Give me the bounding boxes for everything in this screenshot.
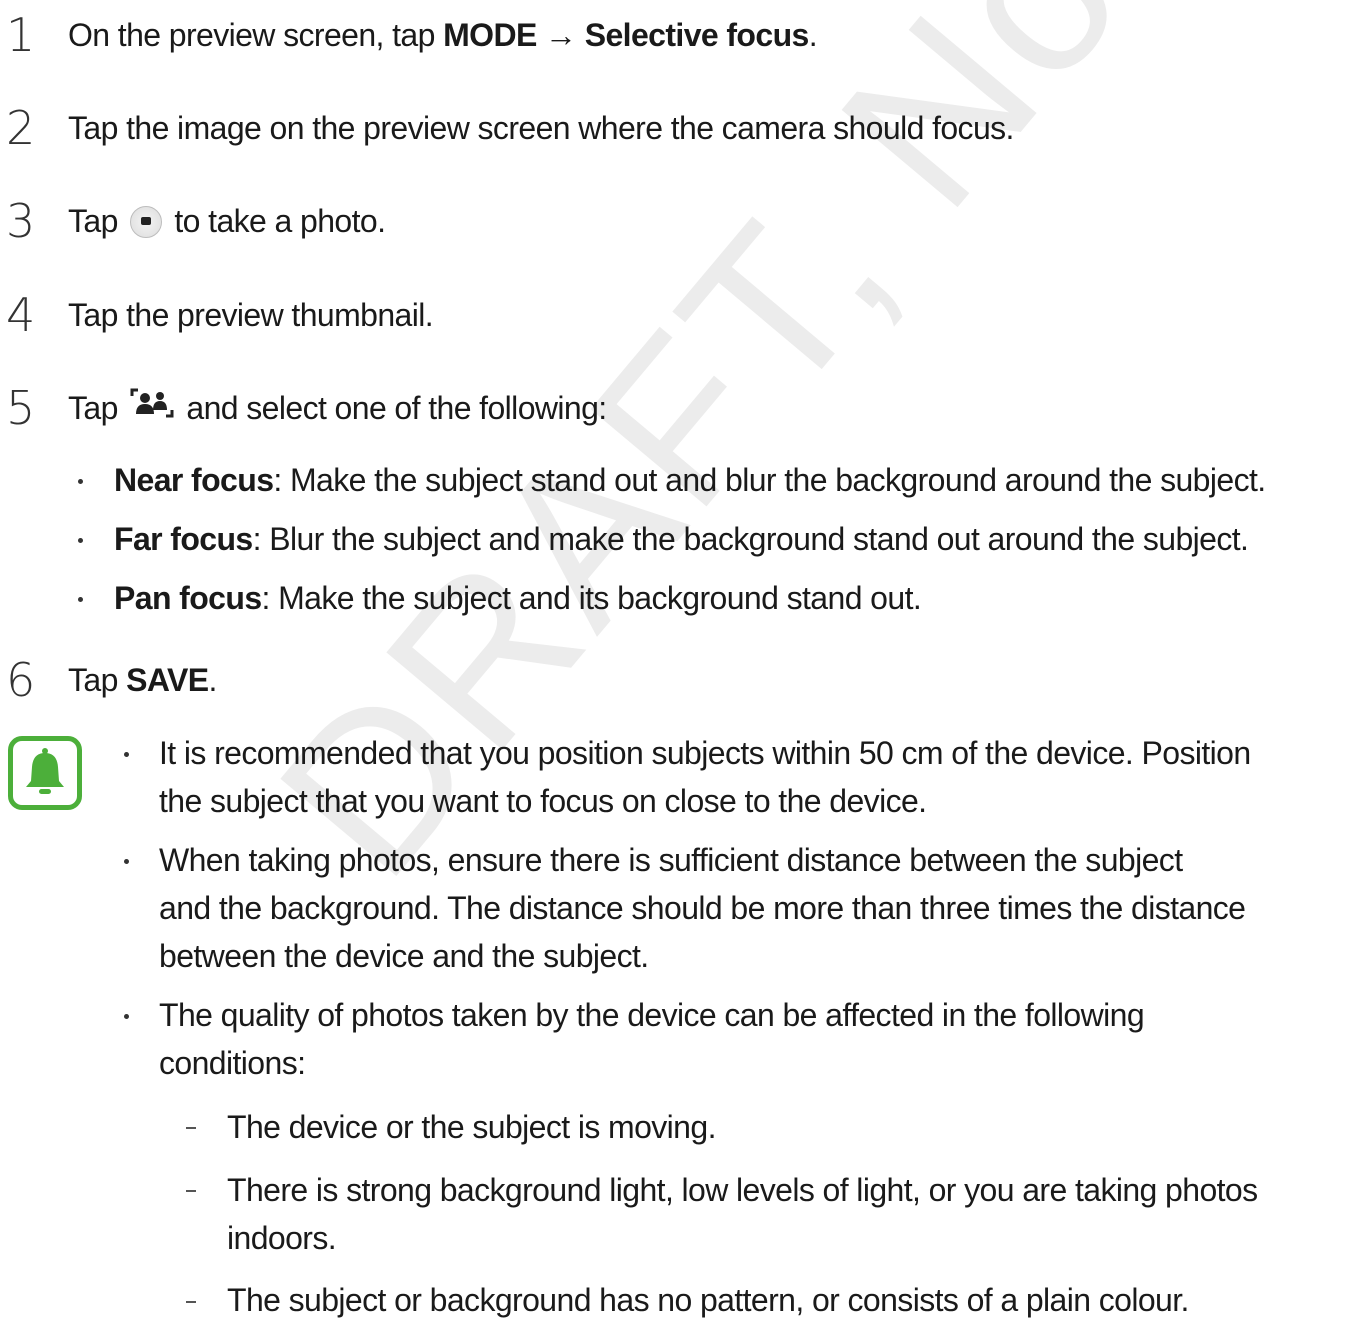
note-line: When taking photos, ensure there is suff… (159, 842, 1183, 878)
step-text: Tap and select one of the following: (68, 388, 607, 431)
save-label: SAVE (126, 662, 209, 698)
note-line: It is recommended that you position subj… (159, 735, 1251, 771)
selective-focus-label: Selective focus (584, 17, 810, 53)
step-text-post: and select one of the following: (178, 390, 607, 426)
list-item: Pan focus: Make the subject and its back… (114, 578, 922, 618)
step-text-pre: Tap (68, 390, 127, 426)
note-line: and the background. The distance should … (159, 890, 1246, 926)
camera-shutter-icon (130, 205, 163, 238)
option-term: Near focus (114, 462, 274, 498)
step-number: 2 (6, 101, 36, 155)
selective-focus-icon (130, 387, 174, 427)
mode-label: MODE (443, 17, 537, 53)
bullet (78, 597, 83, 602)
dash-bullet (186, 1127, 196, 1129)
step-text-post: . (208, 662, 217, 698)
sub-note-line: The subject or background has no pattern… (227, 1282, 1189, 1318)
note-line: The quality of photos taken by the devic… (159, 997, 1145, 1033)
step-text-pre: Tap (68, 662, 127, 698)
step-number: 4 (6, 288, 36, 342)
step-text: Tap SAVE. (68, 660, 217, 700)
option-desc: : Make the subject and its background st… (261, 580, 922, 616)
option-desc: : Blur the subject and make the backgrou… (252, 521, 1249, 557)
step-number: 3 (6, 194, 36, 248)
bullet (124, 859, 129, 864)
step-text-post: to take a photo. (166, 203, 386, 239)
note-line: the subject that you want to focus on cl… (159, 783, 927, 819)
step-text-post: . (808, 17, 818, 53)
bullet (124, 1014, 129, 1019)
note-line: conditions: (159, 1045, 306, 1081)
list-item: Far focus: Blur the subject and make the… (114, 519, 1249, 559)
manual-page: 1 On the preview screen, tap MODE → Sele… (0, 0, 1348, 1320)
step-number: 5 (6, 381, 36, 435)
sub-note-line: The device or the subject is moving. (227, 1109, 716, 1145)
step-text: Tap to take a photo. (68, 201, 386, 241)
dash-bullet (186, 1301, 196, 1303)
sub-note-line: There is strong background light, low le… (227, 1172, 1258, 1208)
option-desc: : Make the subject stand out and blur th… (273, 462, 1266, 498)
list-item: Near focus: Make the subject stand out a… (114, 460, 1266, 500)
step-text-pre: On the preview screen, tap (68, 17, 444, 53)
arrow: → (536, 17, 585, 53)
step-text: Tap the image on the preview screen wher… (68, 110, 1014, 146)
bullet (78, 538, 83, 543)
dash-bullet (186, 1190, 196, 1192)
note-line: between the device and the subject. (159, 938, 649, 974)
sub-note-line: indoors. (227, 1220, 337, 1256)
step-number: 6 (6, 653, 36, 707)
step-number: 1 (6, 8, 36, 62)
option-term: Pan focus (114, 580, 262, 616)
notification-bell-icon (8, 736, 82, 810)
step-text: Tap the preview thumbnail. (68, 297, 434, 333)
option-term: Far focus (114, 521, 253, 557)
bullet (78, 479, 83, 484)
step-text: On the preview screen, tap MODE → Select… (68, 15, 818, 55)
step-text-pre: Tap (68, 203, 127, 239)
bullet (124, 752, 129, 757)
